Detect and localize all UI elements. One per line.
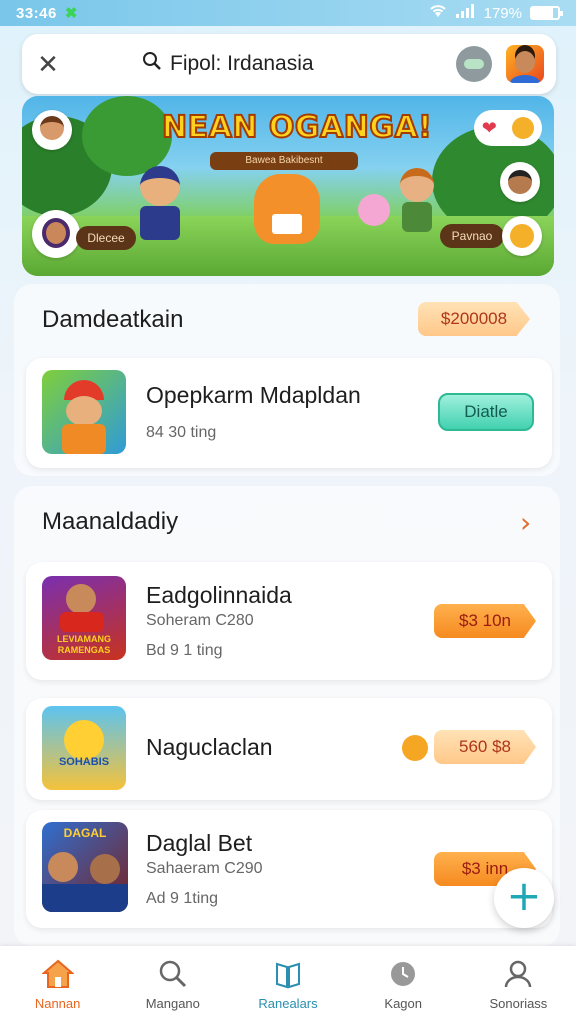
status-bar: 33:46 ✖ 179% <box>0 0 576 26</box>
search-icon <box>157 958 189 990</box>
heart-icon: ❤ <box>481 117 497 138</box>
section-title: Damdeatkain <box>42 306 184 333</box>
download-button[interactable]: Diatle <box>438 393 534 431</box>
promo-banner[interactable]: NEAN OGANGA! Bawea Bakibesnt ❤ Dlecee Pa… <box>22 96 554 276</box>
character-boy <box>140 166 180 206</box>
app-name: Opepkarm Mdapldan <box>146 382 361 408</box>
battery-percent: 179% <box>483 4 522 22</box>
add-button[interactable]: + <box>494 868 554 928</box>
nav-item-clock[interactable]: Kagon <box>346 946 461 1024</box>
thumbnail-text: LEVIAMANG RAMENGAS <box>57 634 111 655</box>
search-icon <box>142 51 162 77</box>
section-title: Maanaldadiy <box>42 508 179 535</box>
banner-title: NEAN OGANGA! <box>161 109 433 146</box>
smile-icon <box>512 117 535 139</box>
nav-item-home[interactable]: Nannan <box>0 946 115 1024</box>
clock-icon <box>387 958 419 990</box>
reaction-bubble[interactable]: ❤ <box>474 110 542 146</box>
character-girl <box>358 194 390 226</box>
nav-label: Sonoriass <box>489 996 548 1011</box>
price-tag[interactable]: 560 $8 <box>434 730 536 764</box>
signal-icon: ✖ <box>64 5 78 22</box>
thumbnail-text: DAGAL <box>63 826 107 840</box>
app-thumbnail: DAGAL <box>42 822 128 912</box>
app-meta: 84 30 ting <box>146 424 217 441</box>
app-thumbnail: LEVIAMANG RAMENGAS <box>42 576 126 660</box>
avatar-bubble[interactable] <box>500 162 540 202</box>
nav-label: Kagon <box>384 996 422 1011</box>
thumbnail-text: SOHABIS <box>58 756 110 768</box>
emoji-icon <box>402 735 428 761</box>
nav-label: Nannan <box>34 996 81 1011</box>
nav-label: Ranealars <box>258 996 318 1011</box>
app-subtitle: Sahaeram C290 <box>146 860 263 877</box>
character-explorer <box>400 168 434 202</box>
app-subtitle: Soheram C280 <box>146 612 254 629</box>
app-meta: Ad 9 1ting <box>146 890 219 907</box>
tree-decoration <box>82 96 172 176</box>
character-explorer-body <box>402 202 432 232</box>
app-name: Daglal Bet <box>146 830 253 856</box>
profile-avatar[interactable] <box>506 45 544 83</box>
character-boy-body <box>140 206 180 240</box>
user-icon <box>502 958 534 990</box>
close-icon[interactable]: ✕ <box>22 49 74 80</box>
toggle-icon[interactable] <box>456 46 492 82</box>
status-time: 33:46 <box>16 4 57 22</box>
bottom-nav: Nannan Mangano Ranealars Kagon Sonoriass <box>0 946 576 1024</box>
banner-left-pill[interactable]: Dlecee <box>76 226 136 250</box>
search-query: Fipol: Irdanasia <box>170 52 314 75</box>
avatar-bubble[interactable] <box>502 216 542 256</box>
nav-item-profile[interactable]: Sonoriass <box>461 946 576 1024</box>
avatar-bubble[interactable] <box>32 110 72 150</box>
price-badge[interactable]: $200008 <box>418 302 530 336</box>
app-meta: Bd 9 1 ting <box>146 642 223 659</box>
book-icon <box>272 958 304 990</box>
wifi-icon <box>428 3 448 23</box>
price-tag[interactable]: $3 10n <box>434 604 536 638</box>
battery-icon <box>530 6 563 20</box>
app-name: Naguclaclan <box>146 734 273 760</box>
avatar-bubble[interactable] <box>32 210 80 258</box>
cell-signal-icon <box>455 4 476 22</box>
nav-label: Mangano <box>145 996 200 1011</box>
search-bar[interactable]: ✕ Fipol: Irdanasia <box>22 34 556 94</box>
home-icon <box>41 958 74 990</box>
app-name: Eadgolinnaida <box>146 582 292 608</box>
banner-right-pill[interactable]: Pavnao <box>440 224 504 248</box>
nav-item-search[interactable]: Mangano <box>115 946 230 1024</box>
banner-plaque: Bawea Bakibesnt <box>210 152 358 170</box>
app-thumbnail: SOHABIS <box>42 706 126 790</box>
mascot-sign <box>272 214 302 234</box>
chevron-right-icon[interactable]: › <box>520 506 531 539</box>
search-field[interactable]: Fipol: Irdanasia <box>142 51 314 77</box>
app-thumbnail <box>42 370 126 454</box>
nav-item-rankings[interactable]: Ranealars <box>230 946 345 1024</box>
